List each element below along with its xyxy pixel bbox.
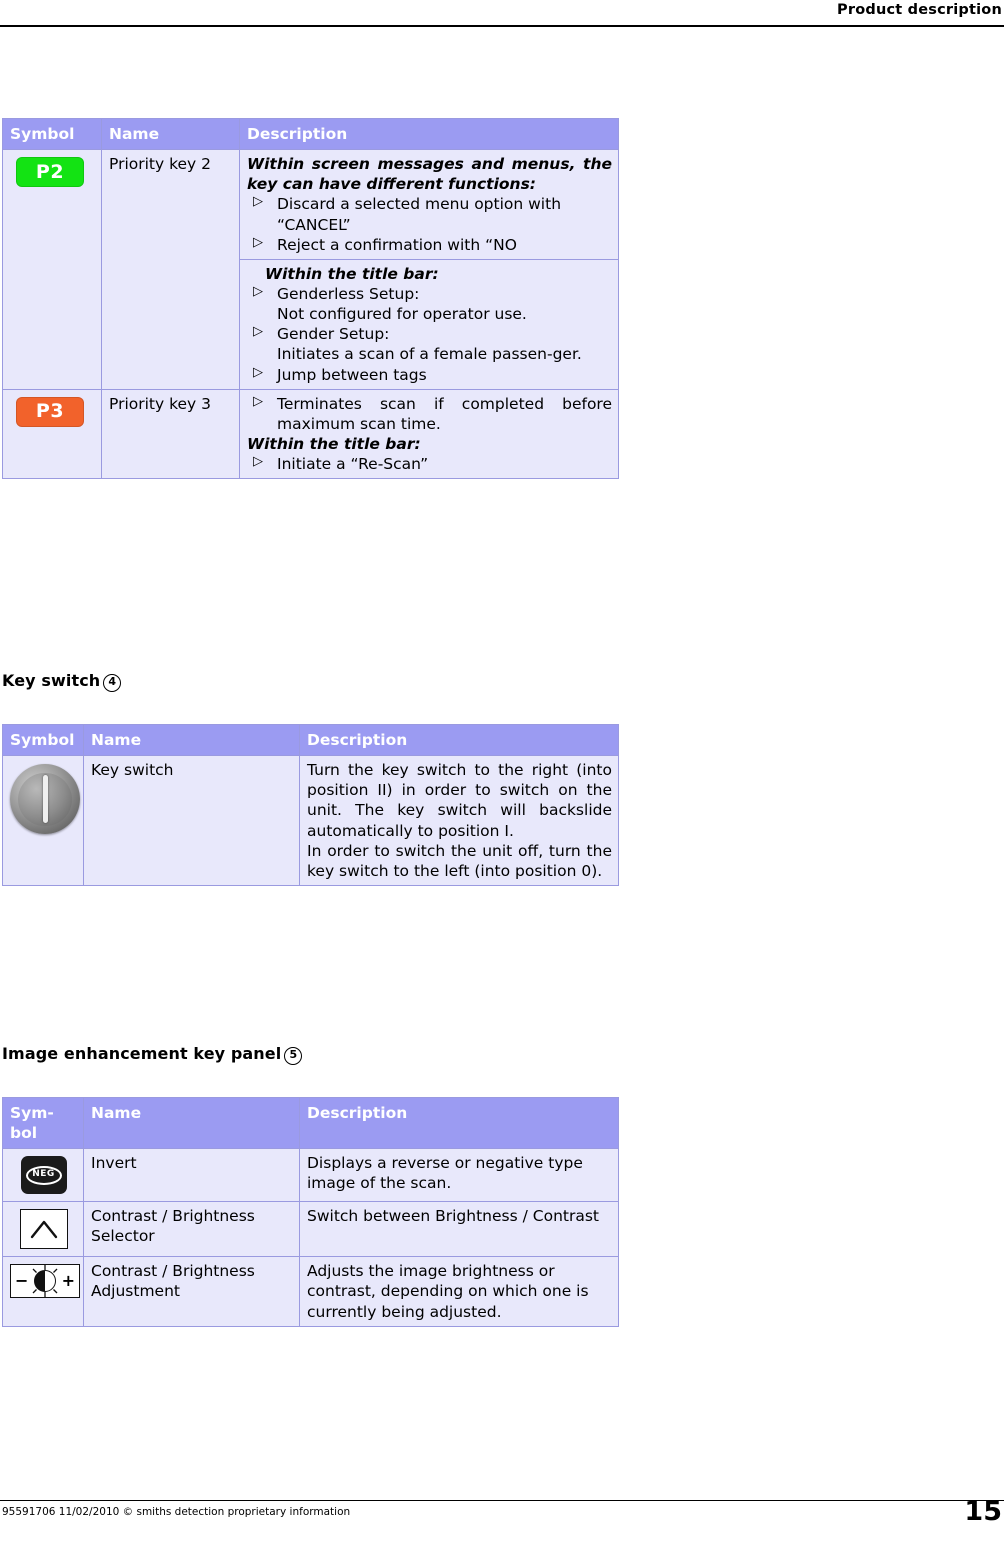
callout-number-icon: 4	[103, 674, 122, 692]
bullet-subtext: Not configured for operator use.	[277, 305, 527, 324]
footer-rule	[0, 1500, 1004, 1502]
triangle-bullet-icon: ▷	[253, 454, 263, 470]
symbol-cell-p3: P3	[2, 388, 102, 480]
desc-heading-titlebar: Within the title bar:	[265, 264, 439, 283]
table-row: P2 Priority key 2 Within screen messages…	[2, 149, 619, 390]
bullet-text: Gender Setup:	[277, 325, 390, 344]
bullet-text: Reject a confirmation with “NO	[277, 235, 517, 254]
name-cell-selector: Contrast / Brightness Selector	[83, 1201, 300, 1258]
table-row: P3 Priority key 3 ▷ Terminates scan if c…	[2, 388, 619, 480]
contrast-brightness-adjustment-icon: − +	[10, 1264, 80, 1299]
bullet-text: Terminates scan if completed before maxi…	[277, 394, 612, 433]
section-heading-image-enhancement: Image enhancement key panel 5	[2, 1044, 303, 1065]
minus-icon: −	[15, 1271, 29, 1291]
column-header-name: Name	[83, 1096, 300, 1150]
bullet-item: ▷ Reject a confirmation with “NO	[247, 235, 612, 255]
description-paragraph: In order to switch the unit off, turn th…	[307, 841, 612, 880]
section-heading-text: Image enhancement key panel	[2, 1044, 282, 1063]
image-enhancement-table: Sym-bol Name Description NEG Invert Disp…	[2, 1096, 619, 1327]
symbol-cell-key-switch	[2, 755, 84, 886]
triangle-bullet-icon: ▷	[253, 393, 263, 409]
bullet-subtext: Initiates a scan of a female passen-ger.	[277, 345, 582, 364]
callout-number-icon: 5	[284, 1047, 303, 1065]
priority-keys-table: Symbol Name Description P2 Priority key …	[2, 117, 619, 480]
section-heading-key-switch: Key switch 4	[2, 671, 122, 692]
description-cell-invert: Displays a reverse or negative type imag…	[299, 1148, 619, 1203]
bullet-item: ▷ Discard a selected menu option with “C…	[247, 194, 612, 234]
name-cell-p3: Priority key 3	[101, 388, 240, 480]
header-title: Product description	[837, 2, 1002, 18]
column-header-symbol: Symbol	[2, 117, 102, 151]
description-cell-adjustment: Adjusts the image brightness or contrast…	[299, 1256, 619, 1327]
name-cell-adjustment: Contrast / Brightness Adjustment	[83, 1256, 300, 1327]
bullet-item: ▷ Jump between tags	[247, 365, 612, 385]
table-header-row: Symbol Name Description	[2, 117, 619, 151]
triangle-bullet-icon: ▷	[253, 324, 263, 340]
triangle-bullet-icon: ▷	[253, 234, 263, 250]
description-paragraph: Turn the key switch to the right (into p…	[307, 761, 612, 840]
document-page: Product description Symbol Name Descript…	[0, 0, 1004, 1556]
half-circle-icon	[32, 1265, 58, 1298]
desc-heading-titlebar: Within the title bar:	[247, 434, 421, 453]
description-cell-selector: Switch between Brightness / Contrast	[299, 1201, 619, 1258]
column-header-description: Description	[239, 117, 619, 151]
name-cell-p2: Priority key 2	[101, 149, 240, 390]
key-switch-icon	[10, 764, 80, 835]
rays-icon	[32, 1265, 58, 1298]
bullet-item: ▷ Gender Setup:	[247, 324, 612, 344]
column-header-symbol: Symbol	[2, 723, 84, 757]
bullet-text: Jump between tags	[277, 365, 427, 384]
column-header-description: Description	[299, 723, 619, 757]
key-switch-table: Symbol Name Description Key switch Turn …	[2, 723, 619, 886]
table-row: − + Contrast / Brightness Adjustment Adj…	[2, 1256, 619, 1327]
name-cell-key-switch: Key switch	[83, 755, 300, 886]
table-row: Contrast / Brightness Selector Switch be…	[2, 1201, 619, 1258]
bullet-item: ▷ Initiate a “Re-Scan”	[247, 454, 612, 474]
bullet-item: ▷ Genderless Setup:	[247, 284, 612, 304]
invert-icon: NEG	[20, 1156, 67, 1195]
table-row: NEG Invert Displays a reverse or negativ…	[2, 1148, 619, 1203]
table-row: Key switch Turn the key switch to the ri…	[2, 755, 619, 886]
column-header-symbol: Sym-bol	[2, 1096, 84, 1150]
column-header-name: Name	[83, 723, 300, 757]
header-rule	[0, 25, 1004, 27]
triangle-bullet-icon: ▷	[253, 364, 263, 380]
table-header-row: Sym-bol Name Description	[2, 1096, 619, 1150]
desc-heading-screen: Within screen messages and menus, the ke…	[247, 155, 612, 194]
symbol-cell-selector	[2, 1201, 84, 1258]
bullet-item: ▷ Terminates scan if completed before ma…	[247, 394, 612, 434]
symbol-cell-adjustment: − +	[2, 1256, 84, 1327]
page-header: Product description	[0, 0, 1004, 28]
section-heading-text: Key switch	[2, 671, 101, 690]
footer-copyright: 95591706 11/02/2010 © smiths detection p…	[2, 1506, 351, 1518]
page-number: 15	[964, 1496, 1002, 1527]
triangle-bullet-icon: ▷	[253, 283, 263, 299]
plus-icon: +	[61, 1271, 75, 1291]
description-cell-p2-titlebar: Within the title bar: ▷ Genderless Setup…	[239, 258, 619, 390]
column-header-description: Description	[299, 1096, 619, 1150]
priority-key-3-icon: P3	[16, 396, 84, 427]
description-cell-p2-screen: Within screen messages and menus, the ke…	[239, 149, 619, 260]
column-header-name: Name	[101, 117, 240, 151]
table-header-row: Symbol Name Description	[2, 723, 619, 757]
priority-key-2-icon: P2	[16, 157, 84, 188]
bullet-text: Initiate a “Re-Scan”	[277, 455, 429, 474]
symbol-cell-invert: NEG	[2, 1148, 84, 1203]
triangle-bullet-icon: ▷	[253, 194, 263, 210]
bullet-text: Genderless Setup:	[277, 284, 420, 303]
description-cell-p3: ▷ Terminates scan if completed before ma…	[239, 388, 619, 480]
invert-icon-label: NEG	[25, 1165, 62, 1185]
description-cell-key-switch: Turn the key switch to the right (into p…	[299, 755, 619, 886]
contrast-brightness-selector-icon	[19, 1209, 68, 1250]
bullet-text: Discard a selected menu option with “CAN…	[277, 195, 562, 234]
name-cell-invert: Invert	[83, 1148, 300, 1203]
symbol-cell-p2: P2	[2, 149, 102, 390]
chevron-up-icon	[30, 1221, 57, 1239]
